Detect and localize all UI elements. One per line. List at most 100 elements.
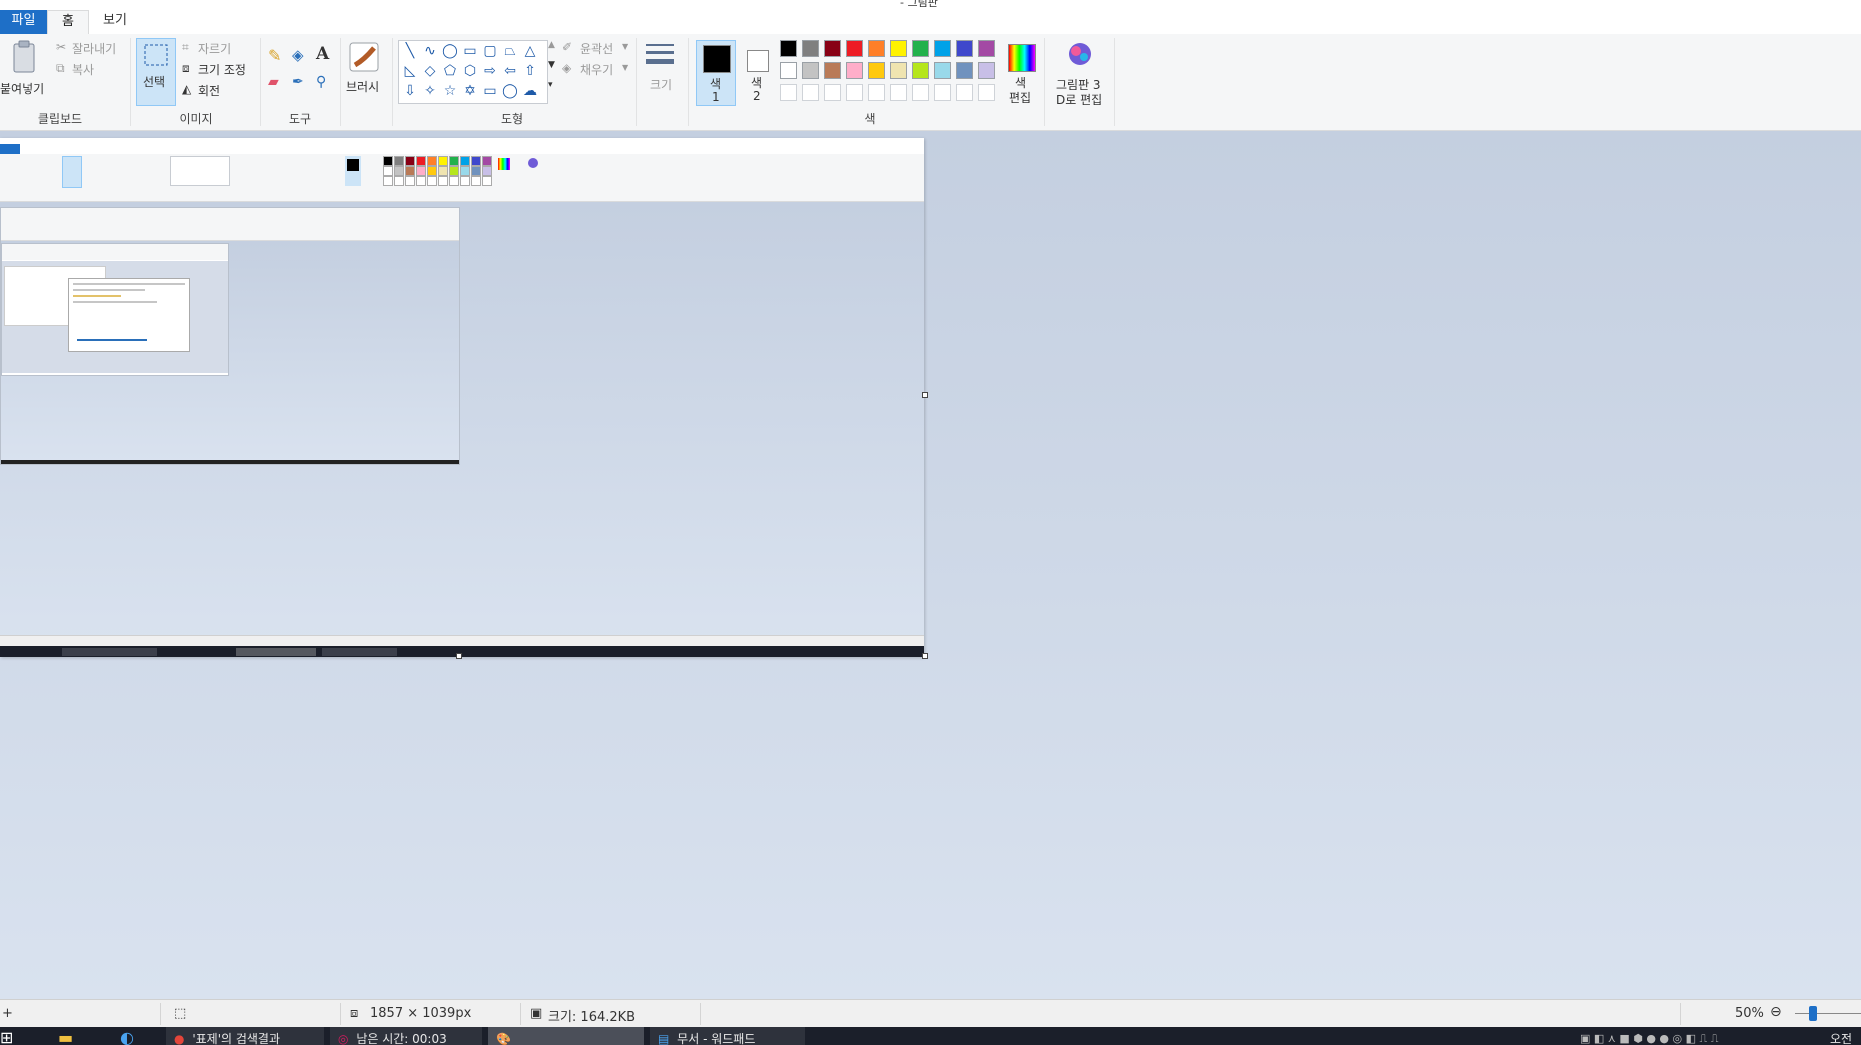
pentagon-shape-icon[interactable]: ⬠ xyxy=(441,63,459,79)
palette-swatch[interactable] xyxy=(868,62,885,79)
zoom-slider-thumb[interactable] xyxy=(1809,1006,1817,1021)
taskbar-item-wordpad[interactable]: ▤ 무서 - 워드패드 xyxy=(650,1027,805,1045)
palette-swatch[interactable] xyxy=(912,40,929,57)
paint-icon: 🎨 xyxy=(496,1032,511,1045)
resize-icon: ⧈ xyxy=(182,61,190,75)
palette-swatch[interactable] xyxy=(802,84,819,101)
six-point-star-shape-icon[interactable]: ✡ xyxy=(461,83,479,99)
palette-swatch[interactable] xyxy=(824,40,841,57)
eraser-icon[interactable]: ▰ xyxy=(268,74,279,90)
palette-swatch[interactable] xyxy=(912,62,929,79)
palette-swatch[interactable] xyxy=(846,84,863,101)
paste-label: 붙여넣기 xyxy=(0,82,45,96)
rotate-label: 회전 xyxy=(198,84,221,98)
magnifier-icon[interactable]: ⚲ xyxy=(316,74,326,90)
palette-swatch[interactable] xyxy=(912,84,929,101)
edge-icon[interactable]: ◐ xyxy=(120,1027,150,1045)
palette-swatch[interactable] xyxy=(890,40,907,57)
diamond-shape-icon[interactable]: ◇ xyxy=(421,63,439,79)
shapes-expand-icon[interactable]: ▾ xyxy=(548,80,553,90)
text-icon[interactable]: A xyxy=(316,44,329,64)
taskbar-item-timer[interactable]: ◎ 남은 시간: 00:03 xyxy=(330,1027,482,1045)
palette-swatch[interactable] xyxy=(956,84,973,101)
nested-canvas-level3 xyxy=(1,243,229,376)
palette-swatch[interactable] xyxy=(956,62,973,79)
palette-swatch[interactable] xyxy=(934,62,951,79)
nested-screenshot-ribbon xyxy=(0,138,924,202)
rounded-rectangle-shape-icon[interactable]: ▢ xyxy=(481,43,499,59)
system-tray-icons[interactable]: ▣ ◧ ⋏ ■ ⬢ ● ● ◎ ◧ ⎍ ⎍ xyxy=(1580,1027,1780,1045)
palette-swatch[interactable] xyxy=(978,40,995,57)
palette-swatch[interactable] xyxy=(868,84,885,101)
color-picker-icon[interactable]: ✒ xyxy=(292,74,304,90)
up-arrow-shape-icon[interactable]: ⇧ xyxy=(521,63,539,79)
palette-swatch[interactable] xyxy=(978,84,995,101)
palette-swatch[interactable] xyxy=(890,84,907,101)
nested-window-thumbnail xyxy=(68,278,190,352)
shapes-scroll-up-icon[interactable]: ▲ xyxy=(548,40,555,50)
palette-swatch[interactable] xyxy=(890,62,907,79)
down-arrow-shape-icon[interactable]: ⇩ xyxy=(401,83,419,99)
right-arrow-shape-icon[interactable]: ⇨ xyxy=(481,63,499,79)
zoom-out-icon[interactable]: ⊖ xyxy=(1770,1004,1782,1020)
oval-shape-icon[interactable]: ◯ xyxy=(441,43,459,59)
brush-button[interactable]: 브러시 xyxy=(346,40,386,106)
pencil-icon[interactable]: ✎ xyxy=(268,46,281,65)
four-point-star-shape-icon[interactable]: ✧ xyxy=(421,83,439,99)
fill-icon[interactable]: ◈ xyxy=(292,46,304,64)
palette-swatch[interactable] xyxy=(824,84,841,101)
color1-button[interactable]: 색 1 xyxy=(696,40,736,106)
palette-swatch[interactable] xyxy=(780,62,797,79)
palette-swatch[interactable] xyxy=(868,40,885,57)
palette-swatch[interactable] xyxy=(934,84,951,101)
polygon-shape-icon[interactable]: ⏢ xyxy=(501,43,519,59)
line-shape-icon[interactable]: ╲ xyxy=(401,43,419,59)
color2-button[interactable]: 색 2 xyxy=(742,40,774,106)
shapes-gallery[interactable]: ╲ ∿ ◯ ▭ ▢ ⏢ △ ◺ ◇ ⬠ ⬡ ⇨ ⇦ ⇧ ⇩ ✧ ☆ ✡ ▭ ◯ … xyxy=(398,40,548,104)
canvas-resize-handle-right[interactable] xyxy=(922,392,928,398)
taskbar-item-paint[interactable]: 🎨 xyxy=(488,1027,644,1045)
clock[interactable]: 오전 xyxy=(1830,1027,1861,1045)
palette-swatch[interactable] xyxy=(780,40,797,57)
oval-callout-shape-icon[interactable]: ◯ xyxy=(501,83,519,99)
nested-canvas-level2 xyxy=(0,207,460,465)
brush-label: 브러시 xyxy=(346,80,380,94)
zoom-slider-track[interactable] xyxy=(1795,1013,1861,1014)
edit-colors-button[interactable]: 색 편집 xyxy=(1004,40,1038,106)
rectangle-shape-icon[interactable]: ▭ xyxy=(461,43,479,59)
palette-swatch[interactable] xyxy=(956,40,973,57)
palette-swatch[interactable] xyxy=(846,62,863,79)
cloud-callout-shape-icon[interactable]: ☁ xyxy=(521,83,539,99)
tab-home[interactable]: 홈 xyxy=(47,10,89,34)
copy-label: 복사 xyxy=(72,63,95,77)
shapes-scroll-down-icon[interactable]: ▼ xyxy=(548,60,555,70)
triangle-shape-icon[interactable]: △ xyxy=(521,43,539,59)
save-icon: ▣ xyxy=(530,1006,543,1021)
taskbar-item-label: '표제'의 검색결과 xyxy=(192,1032,281,1045)
curve-shape-icon[interactable]: ∿ xyxy=(421,43,439,59)
select-button[interactable]: 선택 xyxy=(136,38,176,106)
five-point-star-shape-icon[interactable]: ☆ xyxy=(441,83,459,99)
taskbar-item-chrome[interactable]: ● '표제'의 검색결과 xyxy=(166,1027,324,1045)
palette-swatch[interactable] xyxy=(934,40,951,57)
palette-swatch[interactable] xyxy=(978,62,995,79)
palette-swatch[interactable] xyxy=(824,62,841,79)
size-button[interactable]: 크기 xyxy=(642,40,682,106)
tab-file[interactable]: 파일 xyxy=(0,10,47,34)
canvas-resize-handle-corner[interactable] xyxy=(922,653,928,659)
palette-swatch[interactable] xyxy=(780,84,797,101)
windows-start-icon[interactable]: ⊞ xyxy=(0,1027,30,1045)
drawing-canvas[interactable] xyxy=(0,138,924,657)
rounded-callout-shape-icon[interactable]: ▭ xyxy=(481,83,499,99)
left-arrow-shape-icon[interactable]: ⇦ xyxy=(501,63,519,79)
palette-swatch[interactable] xyxy=(846,40,863,57)
tab-view[interactable]: 보기 xyxy=(95,10,135,34)
file-explorer-icon[interactable]: ▬ xyxy=(58,1027,88,1045)
canvas-resize-handle-bottom[interactable] xyxy=(456,653,462,659)
hexagon-shape-icon[interactable]: ⬡ xyxy=(461,63,479,79)
paint3d-button[interactable]: 그림판 3 D로 편집 xyxy=(1050,40,1110,107)
paste-button[interactable]: 붙여넣기 xyxy=(0,40,44,106)
palette-swatch[interactable] xyxy=(802,40,819,57)
right-triangle-shape-icon[interactable]: ◺ xyxy=(401,63,419,79)
palette-swatch[interactable] xyxy=(802,62,819,79)
